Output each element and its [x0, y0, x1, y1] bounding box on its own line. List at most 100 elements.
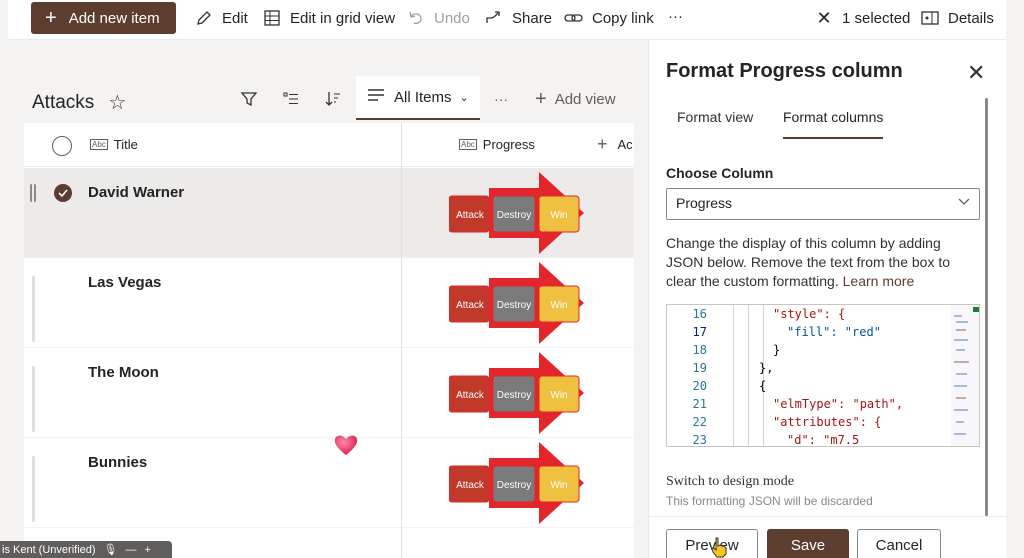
- code-text: {: [759, 379, 767, 393]
- edit-label: Edit: [222, 9, 248, 27]
- column-progress[interactable]: Abc Progress: [459, 137, 535, 152]
- add-column-button[interactable]: + Ac: [597, 134, 633, 155]
- plus-icon: +: [597, 134, 608, 154]
- presenter-bar: is Kent (Unverified) 🎙 — +: [0, 541, 172, 558]
- filter-icon[interactable]: [238, 88, 260, 110]
- share-label: Share: [512, 9, 553, 27]
- column-title[interactable]: Abc Title: [90, 137, 138, 152]
- svg-text:Win: Win: [550, 210, 567, 221]
- edit-button[interactable]: Edit: [194, 8, 248, 28]
- line-number: 21: [692, 397, 707, 411]
- list-grid: Abc Title Abc Progress + Ac David Warner: [24, 123, 634, 558]
- undo-label: Undo: [434, 9, 470, 27]
- row-grip[interactable]: [32, 456, 35, 522]
- tab-format-view-label: Format view: [677, 109, 754, 125]
- svg-text:Destroy: Destroy: [497, 480, 531, 491]
- plus-icon[interactable]: +: [145, 544, 151, 556]
- group-by-icon[interactable]: [280, 88, 302, 110]
- svg-text:Destroy: Destroy: [497, 300, 531, 311]
- footer-divider: [649, 516, 1007, 517]
- view-more-button[interactable]: ···: [490, 88, 512, 110]
- undo-icon: [406, 8, 426, 28]
- edit-grid-view-button[interactable]: Edit in grid view: [262, 8, 395, 28]
- list-row[interactable]: Las Vegas Attack Destroy Win: [24, 258, 634, 348]
- undo-button[interactable]: Undo: [406, 8, 470, 28]
- minimize-icon[interactable]: —: [126, 544, 137, 556]
- indent-guide: [748, 305, 749, 446]
- more-label: ···: [668, 8, 683, 25]
- tab-format-columns-label: Format columns: [783, 109, 884, 125]
- pencil-icon: [194, 8, 214, 28]
- code-minimap[interactable]: [951, 305, 979, 446]
- line-number: 19: [692, 361, 707, 375]
- share-button[interactable]: Share: [484, 8, 552, 28]
- list-title-text: Attacks: [32, 91, 95, 113]
- code-line: "d": "m7.5: [787, 433, 859, 446]
- chevron-down-icon: [957, 194, 971, 211]
- view-name: All Items: [394, 88, 452, 106]
- panel-scrollbar[interactable]: [985, 98, 988, 516]
- tab-format-view[interactable]: Format view: [677, 109, 753, 125]
- svg-text:Attack: Attack: [456, 390, 485, 401]
- code-text: "elmType": "path",: [773, 397, 904, 411]
- code-text: "attributes": {: [773, 415, 882, 429]
- cancel-button[interactable]: Cancel: [857, 529, 941, 558]
- indent-guide: [763, 305, 764, 446]
- list-row[interactable]: David Warner Attack Destroy Win: [24, 168, 634, 258]
- view-selector[interactable]: All Items ⌄: [356, 76, 480, 120]
- close-icon[interactable]: ✕: [967, 60, 985, 86]
- clear-selection-button[interactable]: ✕ 1 selected: [814, 8, 910, 28]
- details-button[interactable]: Details: [920, 8, 994, 28]
- row-grip[interactable]: [32, 366, 35, 432]
- line-number: 18: [692, 343, 707, 357]
- tab-format-columns[interactable]: Format columns: [783, 109, 884, 139]
- progress-indicator: Attack Destroy Win: [449, 352, 584, 434]
- presenter-name: is Kent (Unverified): [2, 543, 96, 556]
- microphone-icon[interactable]: 🎙: [104, 543, 118, 556]
- row-title[interactable]: David Warner: [88, 184, 184, 201]
- more-commands-button[interactable]: ···: [668, 8, 683, 25]
- column-progress-label: Progress: [482, 137, 535, 152]
- select-all-checkbox[interactable]: [52, 136, 72, 156]
- add-view-label: Add view: [554, 91, 616, 108]
- column-divider: [401, 123, 402, 558]
- heart-reaction-icon: [333, 433, 359, 460]
- json-editor[interactable]: 16 "style": { 17 "fill": "red" 18 } 19 }…: [666, 304, 980, 447]
- progress-indicator: Attack Destroy Win: [449, 172, 584, 254]
- svg-text:Win: Win: [550, 480, 567, 491]
- info-panel-icon: [920, 8, 940, 28]
- row-grip[interactable]: [30, 184, 36, 202]
- text-column-icon: Abc: [90, 139, 108, 150]
- link-icon: [564, 8, 584, 28]
- grid-icon: [262, 8, 282, 28]
- svg-text:Attack: Attack: [456, 210, 485, 221]
- sort-icon[interactable]: [322, 88, 344, 110]
- add-view-button[interactable]: + Add view: [535, 88, 616, 111]
- column-header-row: Abc Title Abc Progress + Ac: [24, 123, 634, 167]
- row-title[interactable]: Las Vegas: [88, 274, 161, 291]
- switch-design-mode-link[interactable]: Switch to design mode: [666, 474, 794, 490]
- row-grip[interactable]: [32, 276, 35, 342]
- list-row[interactable]: The Moon Attack Destroy Win: [24, 348, 634, 438]
- close-icon: ✕: [816, 7, 832, 28]
- star-icon[interactable]: ☆: [108, 90, 126, 115]
- add-new-item-button[interactable]: + Add new item: [31, 2, 176, 34]
- save-button[interactable]: Save: [767, 529, 849, 558]
- row-title[interactable]: Bunnies: [88, 454, 147, 471]
- choose-column-dropdown[interactable]: Progress: [666, 188, 980, 220]
- command-bar: + Add new item Edit Edit in grid view Un…: [8, 0, 1006, 40]
- svg-text:Win: Win: [550, 300, 567, 311]
- discard-note: This formatting JSON will be discarded: [666, 494, 873, 508]
- copy-link-button[interactable]: Copy link: [564, 8, 654, 28]
- learn-more-link[interactable]: Learn more: [843, 273, 915, 289]
- row-selected-checkbox[interactable]: [54, 184, 72, 202]
- format-description: Change the display of this column by add…: [666, 234, 966, 291]
- code-line: },: [759, 361, 773, 375]
- format-panel: Format Progress column ✕ Format view For…: [648, 40, 1007, 558]
- list-row[interactable]: Bunnies Attack Destroy Win: [24, 438, 634, 528]
- code-line: {: [759, 379, 766, 393]
- plus-icon: +: [535, 88, 547, 110]
- choose-column-label: Choose Column: [666, 165, 774, 181]
- progress-indicator: Attack Destroy Win: [449, 442, 584, 524]
- row-title[interactable]: The Moon: [88, 364, 159, 381]
